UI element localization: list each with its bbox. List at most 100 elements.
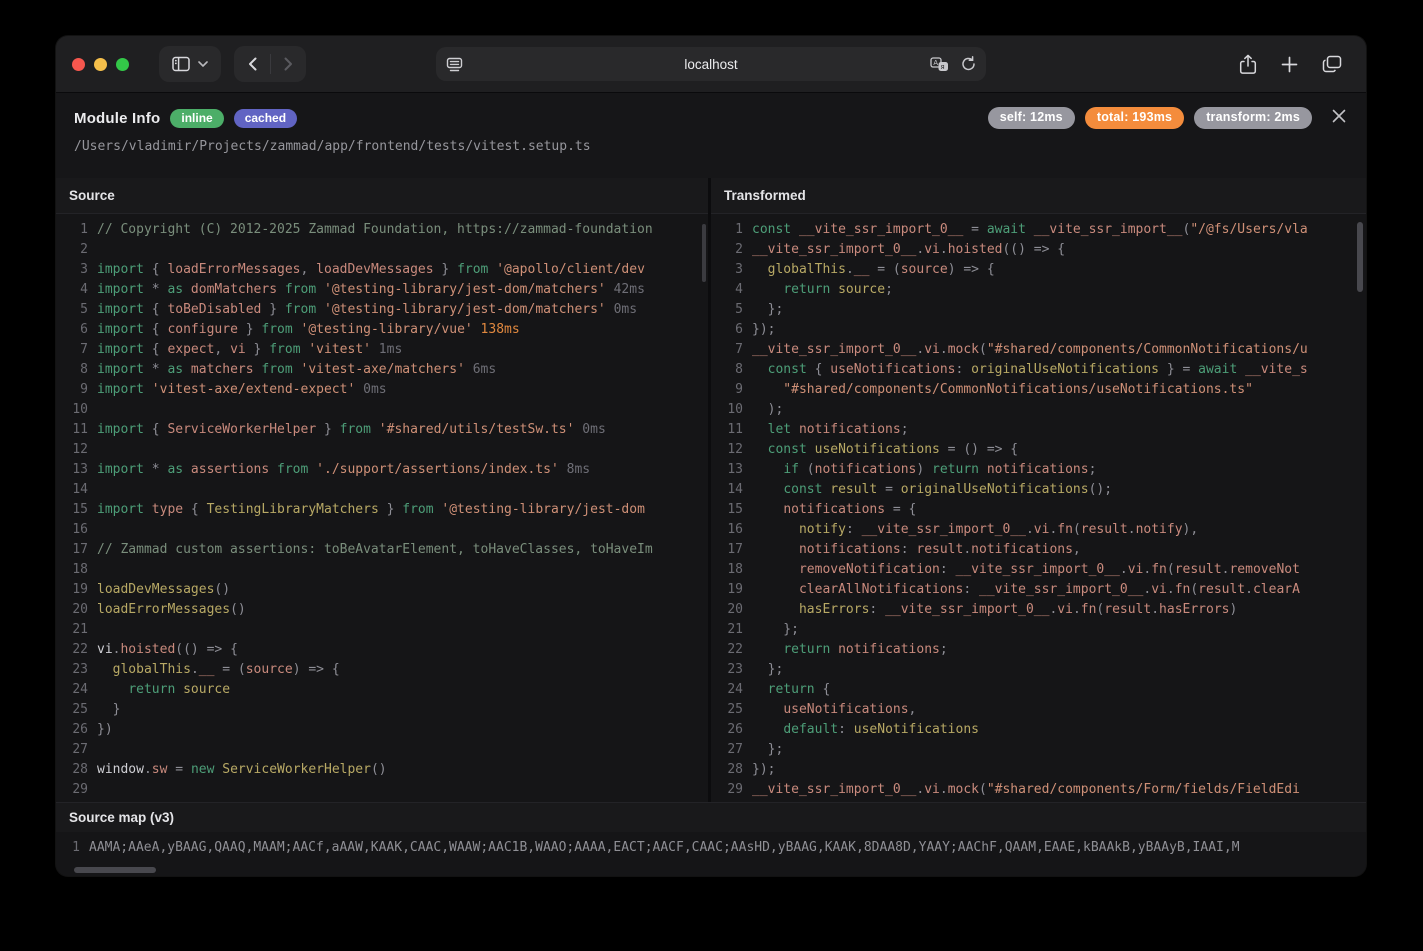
code-text: __vite_ssr_import_0__.vi.hoisted(() => { (752, 240, 1366, 260)
source-scrollbar[interactable] (702, 224, 706, 282)
traffic-lights (72, 58, 129, 71)
code-text: vi.hoisted(() => { (97, 640, 708, 660)
code-line: 28window.sw = new ServiceWorkerHelper() (56, 760, 708, 780)
code-text: } (97, 700, 708, 720)
code-line: 11 let notifications; (711, 420, 1366, 440)
line-number: 9 (56, 380, 97, 400)
code-line: 6}); (711, 320, 1366, 340)
window-close-button[interactable] (72, 58, 85, 71)
line-number: 30 (56, 800, 97, 802)
svg-text:я: я (941, 64, 945, 71)
code-line: 13import * as assertions from './support… (56, 460, 708, 480)
code-line: 14 (56, 480, 708, 500)
code-line: 10 (56, 400, 708, 420)
code-line: 3 globalThis.__ = (source) => { (711, 260, 1366, 280)
code-line: 27 (56, 740, 708, 760)
new-tab-icon[interactable] (1281, 56, 1298, 73)
code-text: const useNotifications = () => { (752, 440, 1366, 460)
window-zoom-button[interactable] (116, 58, 129, 71)
line-number: 22 (56, 640, 97, 660)
line-number: 20 (711, 600, 752, 620)
page-settings-icon[interactable] (446, 57, 463, 72)
line-number: 26 (56, 720, 97, 740)
code-text: configure({ (97, 800, 708, 802)
line-number: 3 (711, 260, 752, 280)
code-line: 1const __vite_ssr_import_0__ = await __v… (711, 220, 1366, 240)
translate-icon[interactable]: A я (930, 57, 949, 72)
code-text: ); (752, 400, 1366, 420)
code-text: useNotifications, (752, 700, 1366, 720)
share-icon[interactable] (1239, 54, 1257, 75)
code-text: __vite_ssr_import_0__.vi.mock("#shared/c… (752, 340, 1366, 360)
sourcemap-mappings: AAMA;AAeA,yBAAG,QAAQ,MAAM;AACf,aAAW,KAAK… (89, 838, 1366, 858)
line-number: 17 (56, 540, 97, 560)
code-text: // Zammad custom assertions: toBeAvatarE… (97, 540, 708, 560)
code-line: 1// Copyright (C) 2012-2025 Zammad Found… (56, 220, 708, 240)
code-line: 19loadDevMessages() (56, 580, 708, 600)
code-text (97, 240, 708, 260)
code-line: 16 notify: __vite_ssr_import_0__.vi.fn(r… (711, 520, 1366, 540)
transformed-code[interactable]: 1const __vite_ssr_import_0__ = await __v… (711, 214, 1366, 802)
line-number: 29 (56, 780, 97, 800)
code-text: }; (752, 660, 1366, 680)
line-number: 10 (711, 400, 752, 420)
address-bar[interactable]: localhost A я (436, 47, 986, 81)
code-text: notifications = { (752, 500, 1366, 520)
line-number: 9 (711, 380, 752, 400)
line-number: 23 (711, 660, 752, 680)
line-number: 19 (711, 580, 752, 600)
code-line: 12 const useNotifications = () => { (711, 440, 1366, 460)
code-line: 28}); (711, 760, 1366, 780)
code-text: const result = originalUseNotifications(… (752, 480, 1366, 500)
code-text: notify: __vite_ssr_import_0__.vi.fn(resu… (752, 520, 1366, 540)
code-text: hasErrors: __vite_ssr_import_0__.vi.fn(r… (752, 600, 1366, 620)
code-text (97, 620, 708, 640)
page-title: Module Info (74, 110, 160, 127)
line-number: 3 (56, 260, 97, 280)
line-number: 18 (56, 560, 97, 580)
close-icon[interactable] (1328, 105, 1350, 127)
line-number: 17 (711, 540, 752, 560)
window-minimize-button[interactable] (94, 58, 107, 71)
code-line: 16 (56, 520, 708, 540)
toolbar-right-buttons (1239, 54, 1350, 75)
code-text: }) (97, 720, 708, 740)
code-text: import * as assertions from './support/a… (97, 460, 708, 480)
code-line: 23 }; (711, 660, 1366, 680)
line-number: 30 (711, 800, 752, 802)
transformed-scrollbar[interactable] (1357, 222, 1363, 292)
timing-transform: transform: 2ms (1194, 107, 1312, 129)
line-number: 23 (56, 660, 97, 680)
timing-badges: self: 12ms total: 193ms transform: 2ms (988, 107, 1312, 129)
code-text (97, 560, 708, 580)
code-line: 15import type { TestingLibraryMatchers }… (56, 500, 708, 520)
line-number: 6 (56, 320, 97, 340)
line-number: 15 (56, 500, 97, 520)
source-code[interactable]: 1// Copyright (C) 2012-2025 Zammad Found… (56, 214, 708, 802)
code-text: }); (752, 320, 1366, 340)
line-number: 2 (56, 240, 97, 260)
reload-icon[interactable] (961, 56, 976, 72)
code-line: 20loadErrorMessages() (56, 600, 708, 620)
code-text: }; (752, 620, 1366, 640)
sourcemap-horizontal-scrollbar[interactable] (74, 867, 156, 873)
code-text: "#shared/components/CommonNotifications/… (752, 380, 1366, 400)
code-text: globalThis.__ = (source) => { (752, 260, 1366, 280)
line-number: 24 (56, 680, 97, 700)
forward-button[interactable] (270, 57, 306, 71)
code-text: clearAllNotifications: __vite_ssr_import… (752, 580, 1366, 600)
tab-overview-icon[interactable] (1322, 55, 1342, 73)
sidebar-toggle-button[interactable] (159, 46, 221, 82)
code-line: 18 removeNotification: __vite_ssr_import… (711, 560, 1366, 580)
code-text (97, 520, 708, 540)
nav-divider (270, 54, 271, 74)
line-number: 12 (711, 440, 752, 460)
line-number: 5 (56, 300, 97, 320)
back-button[interactable] (234, 57, 270, 71)
sourcemap-title: Source map (v3) (56, 802, 1366, 832)
sourcemap-body[interactable]: 1 AAMA;AAeA,yBAAG,QAAQ,MAAM;AACf,aAAW,KA… (56, 832, 1366, 876)
line-number: 11 (711, 420, 752, 440)
code-text: const { useNotifications: originalUseNot… (752, 360, 1366, 380)
line-number: 27 (56, 740, 97, 760)
code-text: import { expect, vi } from 'vitest' 1ms (97, 340, 708, 360)
